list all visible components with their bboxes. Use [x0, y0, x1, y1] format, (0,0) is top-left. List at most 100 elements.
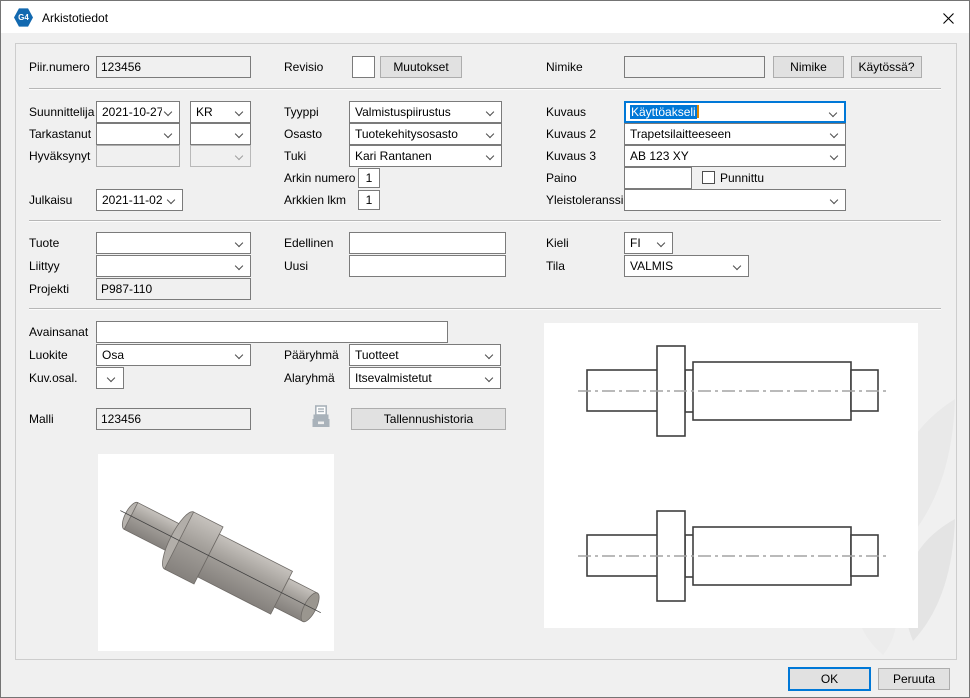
kuvaus-label: Kuvaus [546, 105, 586, 119]
shaft-drawing-image [544, 323, 918, 628]
tuote-combo[interactable] [96, 232, 251, 254]
osasto-label: Osasto [284, 127, 322, 141]
chevron-down-icon [235, 108, 243, 116]
projekti-input[interactable] [96, 278, 251, 300]
close-icon[interactable] [939, 9, 957, 27]
chevron-down-icon [657, 239, 665, 247]
chevron-down-icon [486, 152, 494, 160]
uusi-label: Uusi [284, 259, 308, 273]
kuvaus3-label: Kuvaus 3 [546, 149, 596, 163]
chevron-down-icon [164, 108, 172, 116]
paaryhma-combo[interactable]: Tuotteet [349, 344, 501, 366]
chevron-down-icon [107, 374, 115, 382]
suunnittelija-initials-combo[interactable]: KR [190, 101, 251, 123]
kuvaus-combo[interactable]: Käyttöakseli [624, 101, 846, 123]
tarkastanut-date-combo[interactable] [96, 123, 180, 145]
yleistoleranssi-label: Yleistoleranssi [546, 193, 623, 207]
liittyy-combo[interactable] [96, 255, 251, 277]
selected-text: Käyttöakseli [630, 105, 697, 119]
chevron-down-icon [829, 109, 837, 117]
separator [29, 88, 941, 89]
arkkien-lkm-input[interactable] [358, 190, 380, 210]
luokite-label: Luokite [29, 348, 68, 362]
window-title: Arkistotiedot [42, 11, 108, 25]
separator [29, 220, 941, 221]
g4-app-icon: G4 [14, 8, 33, 27]
muutokset-button[interactable]: Muutokset [380, 56, 462, 78]
avainsanat-label: Avainsanat [29, 325, 88, 339]
alaryhma-combo[interactable]: Itsevalmistetut [349, 367, 501, 389]
julkaisu-date-combo[interactable]: 2021-11-02 [96, 189, 183, 211]
chevron-down-icon [235, 262, 243, 270]
tila-label: Tila [546, 259, 565, 273]
kuv-osal-label: Kuv.osal. [29, 371, 77, 385]
kieli-label: Kieli [546, 236, 569, 250]
tallennushistoria-button[interactable]: Tallennushistoria [351, 408, 506, 430]
arkin-numero-label: Arkin numero [284, 171, 355, 185]
chevron-down-icon [235, 152, 243, 160]
punnittu-checkbox[interactable] [702, 171, 715, 184]
suunnittelija-date-combo[interactable]: 2021-10-27 [96, 101, 180, 123]
kuv-osal-combo[interactable] [96, 367, 124, 389]
alaryhma-label: Alaryhmä [284, 371, 335, 385]
paaryhma-label: Pääryhmä [284, 348, 339, 362]
tarkastanut-label: Tarkastanut [29, 127, 91, 141]
chevron-down-icon [733, 262, 741, 270]
tyyppi-label: Tyyppi [284, 105, 319, 119]
punnittu-label: Punnittu [720, 171, 764, 185]
osasto-combo[interactable]: Tuotekehitysosasto [349, 123, 502, 145]
tarkastanut-initials-combo[interactable] [190, 123, 251, 145]
avainsanat-input[interactable] [96, 321, 448, 343]
kuvaus2-combo[interactable]: Trapetsilaitteeseen [624, 123, 846, 145]
projekti-label: Projekti [29, 282, 69, 296]
yleistoleranssi-combo[interactable] [624, 189, 846, 211]
chevron-down-icon [485, 374, 493, 382]
piir-numero-input[interactable] [96, 56, 251, 78]
chevron-down-icon [830, 196, 838, 204]
shaft-3d-image [98, 454, 334, 651]
nimike-input[interactable] [624, 56, 765, 78]
separator [29, 308, 941, 309]
chevron-down-icon [167, 196, 175, 204]
chevron-down-icon [830, 152, 838, 160]
paino-label: Paino [546, 171, 577, 185]
revisio-label: Revisio [284, 60, 323, 74]
kuvaus3-combo[interactable]: AB 123 XY [624, 145, 846, 167]
tyyppi-combo[interactable]: Valmistuspiirustus [349, 101, 502, 123]
hyvaksynyt-date-input [96, 145, 180, 167]
julkaisu-label: Julkaisu [29, 193, 72, 207]
revisio-input[interactable] [352, 56, 375, 78]
kaytossa-button[interactable]: Käytössä? [851, 56, 922, 78]
luokite-combo[interactable]: Osa [96, 344, 251, 366]
chevron-down-icon [235, 239, 243, 247]
edellinen-label: Edellinen [284, 236, 333, 250]
uusi-input[interactable] [349, 255, 506, 277]
piir-numero-label: Piir.numero [29, 60, 90, 74]
cancel-button[interactable]: Peruuta [878, 668, 950, 690]
ok-button[interactable]: OK [788, 667, 871, 691]
malli-input[interactable] [96, 408, 251, 430]
titlebar: G4 Arkistotiedot [1, 1, 969, 33]
print-icon[interactable] [310, 405, 332, 432]
edellinen-input[interactable] [349, 232, 506, 254]
tuki-combo[interactable]: Kari Rantanen [349, 145, 502, 167]
kuvaus2-label: Kuvaus 2 [546, 127, 596, 141]
suunnittelija-label: Suunnittelija [29, 105, 94, 119]
tuote-label: Tuote [29, 236, 59, 250]
malli-label: Malli [29, 412, 54, 426]
chevron-down-icon [235, 351, 243, 359]
drawing-2d-preview [544, 323, 918, 628]
tila-combo[interactable]: VALMIS [624, 255, 749, 277]
nimike-button[interactable]: Nimike [773, 56, 844, 78]
nimike-label: Nimike [546, 60, 583, 74]
text-caret [697, 105, 699, 118]
paino-input[interactable] [624, 167, 692, 189]
hyvaksynyt-label: Hyväksynyt [29, 149, 90, 163]
chevron-down-icon [485, 351, 493, 359]
chevron-down-icon [486, 108, 494, 116]
model-3d-preview [98, 454, 334, 651]
arkkien-lkm-label: Arkkien lkm [284, 193, 346, 207]
chevron-down-icon [830, 130, 838, 138]
kieli-combo[interactable]: FI [624, 232, 673, 254]
arkin-numero-input[interactable] [358, 168, 380, 188]
